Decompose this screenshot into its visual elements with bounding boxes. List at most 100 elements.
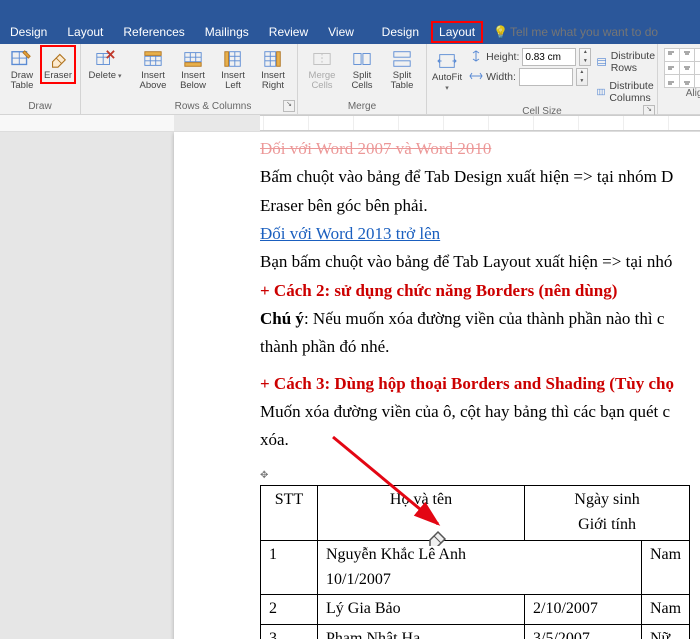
tell-me-input[interactable] [508,24,692,40]
group-label-alignment: Alignment [658,88,700,101]
split-cells-label: Split Cells [351,71,372,92]
page[interactable]: Đối với Word 2007 và Word 2010 Bấm chuột… [174,132,700,639]
title-bar [0,0,700,20]
split-table-button[interactable]: Split Table [382,46,422,94]
tab-layout[interactable]: Layout [57,20,113,44]
group-rows-cols: Insert Above Insert Below Insert Left In… [129,44,298,114]
width-control: Width: ▲▼ [469,68,591,86]
lightbulb-icon: 💡 [493,25,508,39]
table-row[interactable]: 2 Lý Gia Bảo 2/10/2007 Nam [261,595,690,625]
insert-right-button[interactable]: Insert Right [253,46,293,94]
align-mid-center[interactable] [679,61,695,75]
alignment-grid [664,48,700,86]
distribute-rows-label: Distribute Rows [611,50,660,74]
data-table[interactable]: STT Họ và tên Ngày sinh Giới tính 1 Nguy… [260,485,690,639]
distribute-cols-button[interactable]: Distribute Columns [597,78,659,106]
cell-sex[interactable]: Nữ [642,625,690,639]
width-input[interactable] [519,68,573,86]
height-control: Height: ▲▼ [469,48,591,66]
tab-table-layout[interactable]: Layout [429,20,485,44]
align-bot-center[interactable] [679,74,695,88]
cell-sex[interactable]: Nam [642,540,690,595]
autofit-button[interactable]: AutoFit [431,48,463,96]
cell-stt[interactable]: 3 [261,625,318,639]
align-top-right[interactable] [694,48,700,62]
distribute-rows-button[interactable]: Distribute Rows [597,48,659,76]
draw-table-icon [9,48,35,70]
cell-dob[interactable]: 3/5/2007 [525,625,642,639]
doc-p2-link[interactable]: Đối với Word 2013 trở lên [260,224,440,243]
table-row[interactable]: 3 Phạm Nhật Hạ 3/5/2007 Nữ [261,625,690,639]
eraser-button[interactable]: Eraser [40,46,76,83]
height-spinner[interactable]: ▲▼ [579,48,591,66]
distribute-rows-icon [597,56,606,68]
cell-name[interactable]: Lý Gia Bảo [318,595,525,625]
eraser-label: Eraser [44,71,72,81]
split-cells-button[interactable]: Split Cells [342,46,382,94]
width-spinner[interactable]: ▲▼ [576,68,588,86]
group-label-rows-cols: Rows & Columns ↘ [129,101,297,114]
doc-p4: + Cách 2: sử dụng chức năng Borders (nên… [260,281,617,300]
delete-button[interactable]: Delete [85,46,125,83]
autofit-icon [434,50,460,72]
th-stt: STT [261,486,318,541]
table-row[interactable]: 1 Nguyễn Khắc Lê Anh 10/1/2007 Nam [261,540,690,595]
insert-left-button[interactable]: Insert Left [213,46,253,94]
cell-stt[interactable]: 1 [261,540,318,595]
insert-below-button[interactable]: Insert Below [173,46,213,94]
rows-cols-launcher[interactable]: ↘ [283,100,295,112]
cell-sex[interactable]: Nam [642,595,690,625]
insert-right-icon [260,48,286,70]
align-top-left[interactable] [664,48,680,62]
tab-view[interactable]: View [318,20,364,44]
tabs-row: Design Layout References Mailings Review… [0,20,700,44]
height-label: Height: [486,51,519,63]
group-cell-size: AutoFit Height: ▲▼ Width: ▲ [427,44,658,114]
group-alignment: A Text Direction Alignment [658,44,700,114]
doc-p5: Chú ý: Nếu muốn xóa đường viền của thành… [260,306,700,332]
doc-p5c: thành phần đó nhé. [260,334,700,360]
insert-left-icon [220,48,246,70]
doc-p6: + Cách 3: Dùng hộp thoại Borders and Sha… [260,374,674,393]
width-icon [469,70,483,85]
table-header-row: STT Họ và tên Ngày sinh Giới tính [261,486,690,541]
table-move-handle[interactable]: ✥ [260,468,700,484]
th-dob-sex: Ngày sinh Giới tính [525,486,690,541]
insert-above-button[interactable]: Insert Above [133,46,173,94]
tab-references[interactable]: References [113,20,194,44]
tab-review[interactable]: Review [259,20,318,44]
group-label-merge: Merge [298,101,426,114]
cell-stt[interactable]: 2 [261,595,318,625]
align-bot-right[interactable] [694,74,700,88]
draw-table-button[interactable]: Draw Table [4,46,40,94]
insert-above-label: Insert Above [140,71,167,92]
align-mid-left[interactable] [664,61,680,75]
split-table-icon [389,48,415,70]
tab-mailings[interactable]: Mailings [195,20,259,44]
document-area[interactable]: Đối với Word 2007 và Word 2010 Bấm chuột… [0,132,700,639]
merge-cells-icon [309,48,335,70]
insert-above-icon [140,48,166,70]
delete-label: Delete [89,71,122,81]
group-merge: Merge Cells Split Cells Split Table Merg… [298,44,427,114]
cell-name[interactable]: Phạm Nhật Hạ [318,625,525,639]
eraser-icon [45,48,71,70]
split-table-label: Split Table [391,71,414,92]
tell-me[interactable]: 💡 [485,20,700,44]
distribute-cols-label: Distribute Columns [609,80,659,104]
tab-design[interactable]: Design [0,20,57,44]
distribute-cols-icon [597,86,605,98]
cell-name-dob-merged[interactable]: Nguyễn Khắc Lê Anh 10/1/2007 [318,540,642,595]
insert-below-label: Insert Below [180,71,206,92]
insert-right-label: Insert Right [261,71,285,92]
align-top-center[interactable] [679,48,695,62]
ribbon: Draw Table Eraser Draw Delete . [0,44,700,115]
merge-cells-button[interactable]: Merge Cells [302,46,342,94]
horizontal-ruler[interactable] [0,115,700,132]
doc-p1: Bấm chuột vào bảng để Tab Design xuất hi… [260,164,700,190]
align-bot-left[interactable] [664,74,680,88]
height-input[interactable] [522,48,576,66]
tab-table-design[interactable]: Design [372,20,429,44]
align-mid-right[interactable] [694,61,700,75]
cell-dob[interactable]: 2/10/2007 [525,595,642,625]
